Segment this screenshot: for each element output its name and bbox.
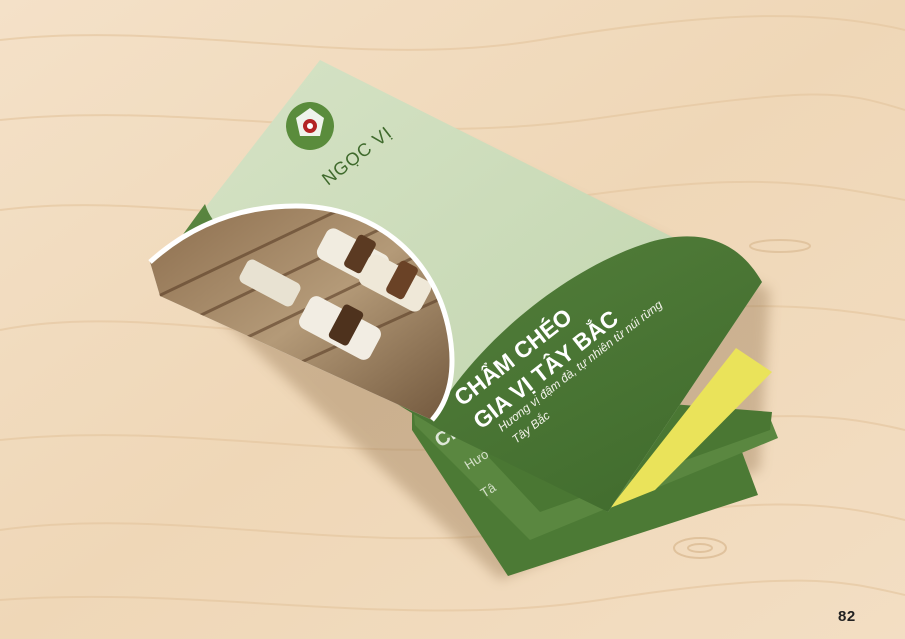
ngoc-vi-logo: [286, 102, 334, 150]
page-number: 82: [838, 608, 856, 625]
product-mockup-scene: Hươ Tâ CH · NGỌC VỊ CHẨM CHÉO GIA VỊ TÂY…: [0, 0, 905, 639]
